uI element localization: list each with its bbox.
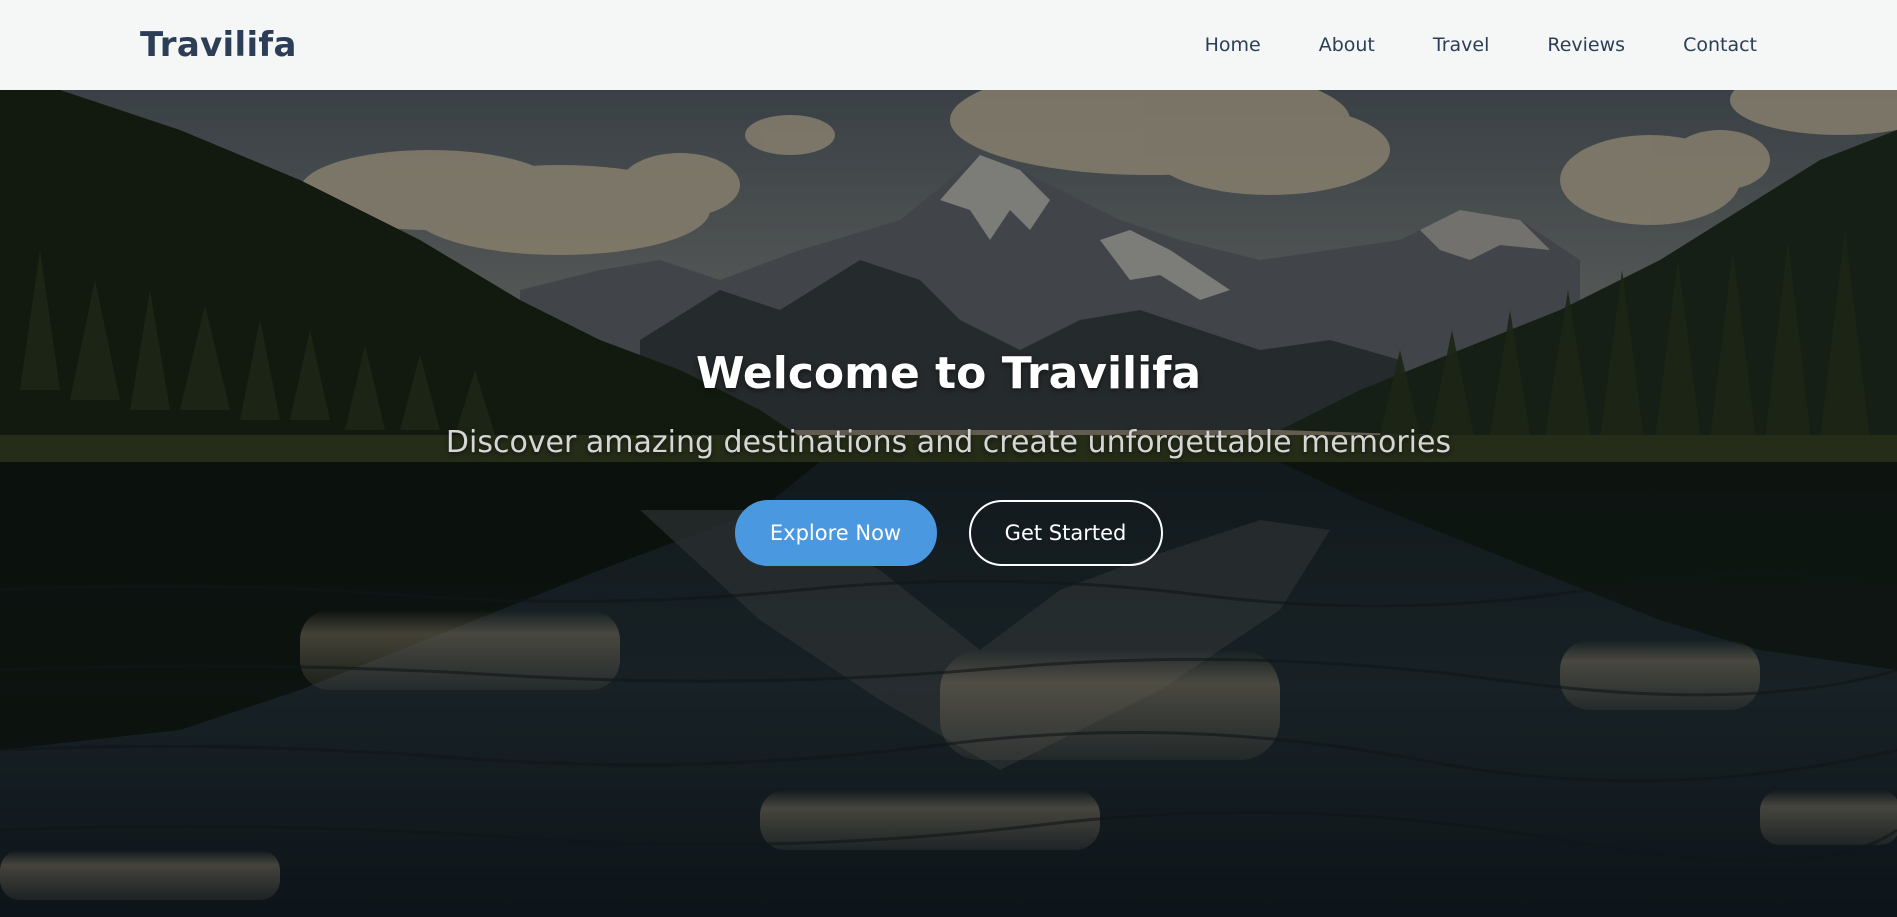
hero-section: Welcome to Travilifa Discover amazing de… <box>0 90 1897 917</box>
hero-subtitle: Discover amazing destinations and create… <box>445 425 1452 460</box>
nav-link-reviews[interactable]: Reviews <box>1547 34 1625 56</box>
nav-link-about[interactable]: About <box>1319 34 1375 56</box>
explore-now-button[interactable]: Explore Now <box>734 500 937 566</box>
brand-logo[interactable]: Travilifa <box>140 25 297 65</box>
nav-link-travel[interactable]: Travel <box>1433 34 1489 56</box>
hero-content: Welcome to Travilifa Discover amazing de… <box>0 90 1897 566</box>
hero-buttons: Explore Now Get Started <box>734 500 1163 566</box>
get-started-button[interactable]: Get Started <box>968 500 1163 566</box>
hero-title: Welcome to Travilifa <box>695 348 1202 399</box>
nav-link-home[interactable]: Home <box>1205 34 1261 56</box>
nav-link-contact[interactable]: Contact <box>1683 34 1757 56</box>
nav-links: Home About Travel Reviews Contact <box>1205 34 1757 56</box>
navbar: Travilifa Home About Travel Reviews Cont… <box>0 0 1897 90</box>
